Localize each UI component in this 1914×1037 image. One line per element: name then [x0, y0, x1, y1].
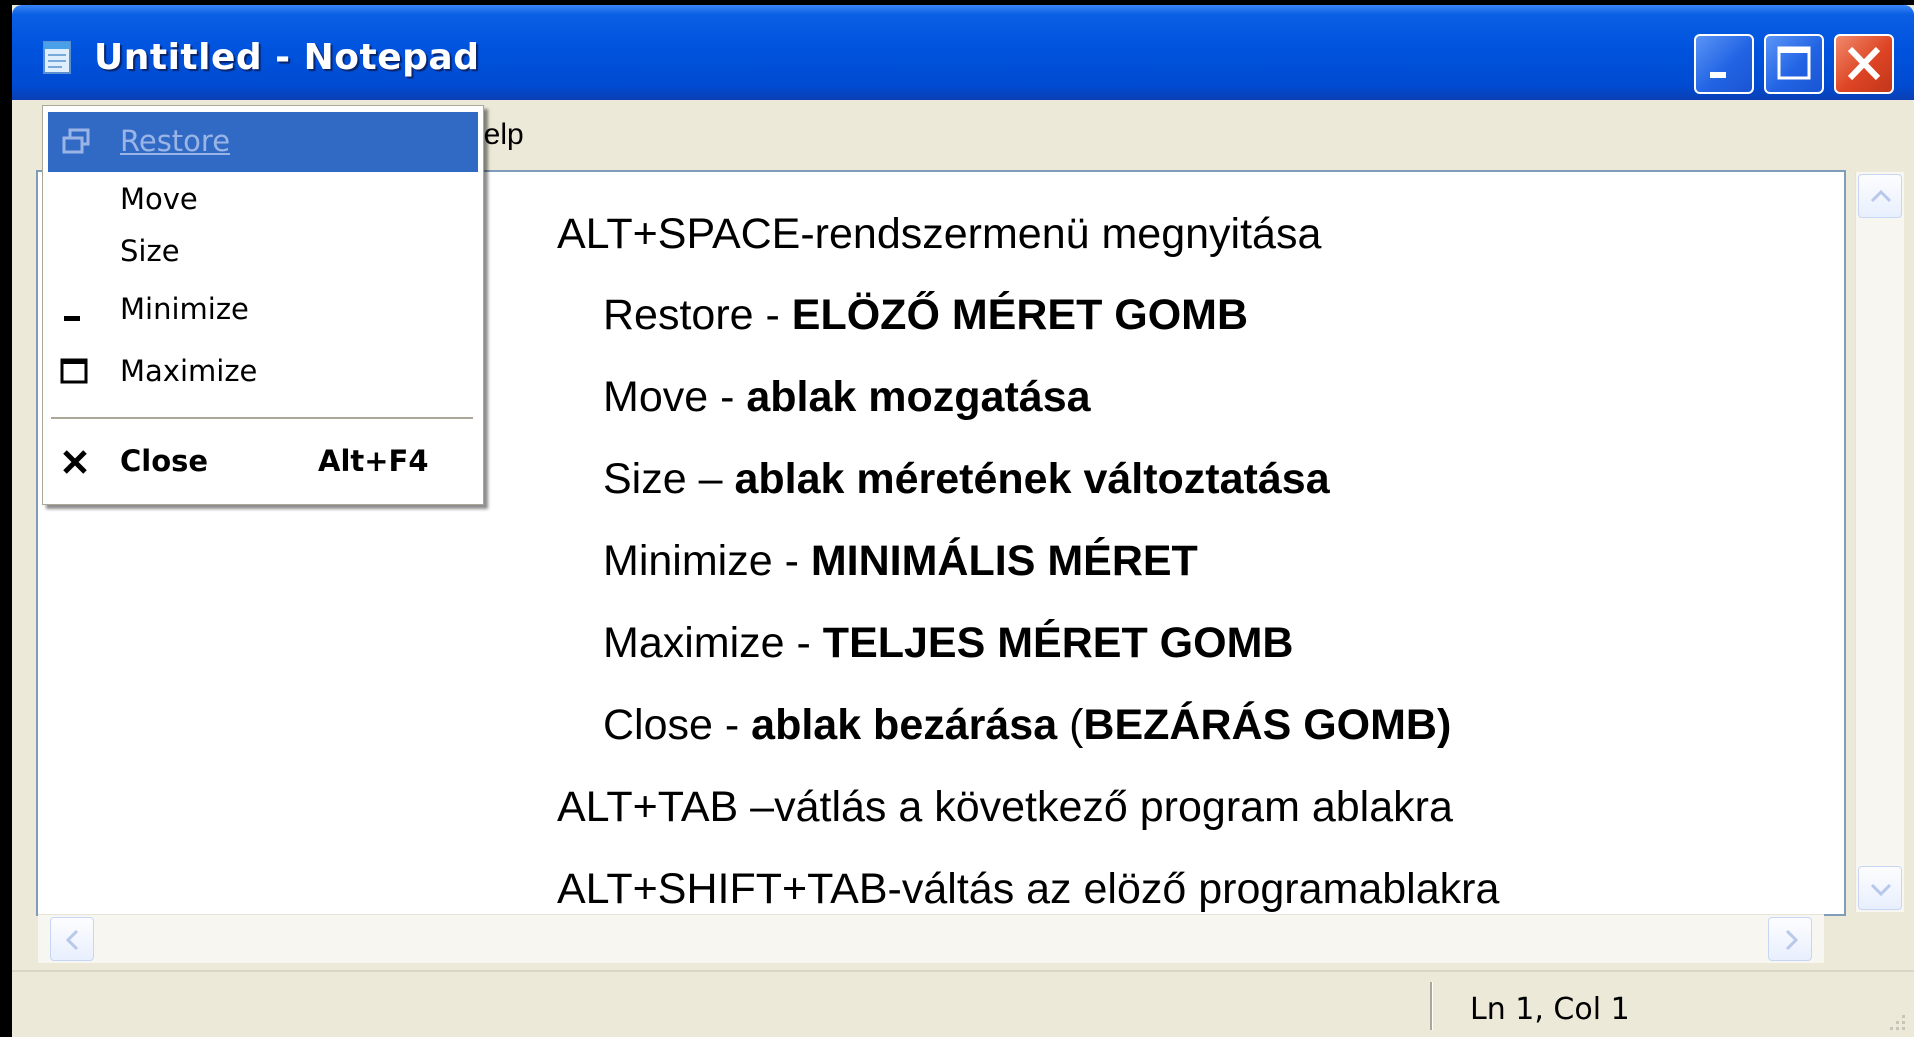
menu-item-close[interactable]: Close Alt+F4 — [48, 432, 478, 492]
menu-item-restore[interactable]: Restore — [48, 112, 478, 172]
notepad-window: Untitled - Notepad Help ALT+SPACE-rendsz… — [12, 5, 1914, 1037]
chevron-left-icon — [65, 929, 79, 951]
close-button[interactable] — [1834, 34, 1894, 94]
maximize-icon — [1777, 46, 1811, 80]
status-bar: Ln 1, Col 1 — [12, 970, 1914, 1037]
status-separator — [1430, 982, 1432, 1030]
vertical-scrollbar[interactable] — [1855, 172, 1904, 912]
text-line: Close - ablak bezárása (BEZÁRÁS GOMB) — [603, 701, 1452, 749]
notepad-icon — [43, 41, 71, 74]
title-bar[interactable]: Untitled - Notepad — [12, 5, 1914, 100]
cursor-position: Ln 1, Col 1 — [1470, 992, 1630, 1027]
system-menu: Restore Move Size Minimize Maximize Clos… — [42, 105, 484, 505]
text-line: Size – ablak méretének változtatása — [603, 455, 1330, 503]
minimize-button[interactable] — [1694, 34, 1754, 94]
resize-grip-icon[interactable] — [1884, 1009, 1908, 1033]
menu-item-maximize[interactable]: Maximize — [48, 342, 478, 402]
scroll-down-button[interactable] — [1858, 866, 1902, 910]
scroll-up-button[interactable] — [1858, 174, 1902, 218]
horizontal-scrollbar[interactable] — [38, 914, 1824, 963]
scroll-left-button[interactable] — [50, 917, 94, 961]
maximize-icon — [60, 358, 88, 384]
text-line: Minimize - MINIMÁLIS MÉRET — [603, 537, 1198, 585]
close-icon — [63, 450, 87, 474]
menu-item-move[interactable]: Move — [48, 170, 478, 230]
text-line: ALT+SPACE-rendszermenü megnyitása — [557, 210, 1322, 258]
menu-item-minimize[interactable]: Minimize — [48, 280, 478, 340]
text-line: Maximize - TELJES MÉRET GOMB — [603, 619, 1294, 667]
window-title: Untitled - Notepad — [94, 37, 480, 78]
chevron-right-icon — [1785, 929, 1799, 951]
menu-item-size[interactable]: Size — [48, 222, 478, 282]
menu-separator — [51, 417, 473, 419]
text-line: Restore - ELÖZŐ MÉRET GOMB — [603, 291, 1249, 339]
text-line: Move - ablak mozgatása — [603, 373, 1091, 421]
close-icon — [1847, 46, 1881, 81]
restore-icon — [62, 128, 90, 154]
minimize-icon — [1710, 72, 1726, 78]
text-line: ALT+SHIFT+TAB-váltás az elöző programabl… — [557, 865, 1500, 913]
text-line: ALT+TAB –vátlás a következő program abla… — [557, 783, 1453, 831]
scroll-right-button[interactable] — [1768, 917, 1812, 961]
minimize-icon — [64, 316, 80, 321]
chevron-up-icon — [1870, 189, 1892, 203]
chevron-down-icon — [1870, 883, 1892, 897]
maximize-button[interactable] — [1764, 34, 1824, 94]
